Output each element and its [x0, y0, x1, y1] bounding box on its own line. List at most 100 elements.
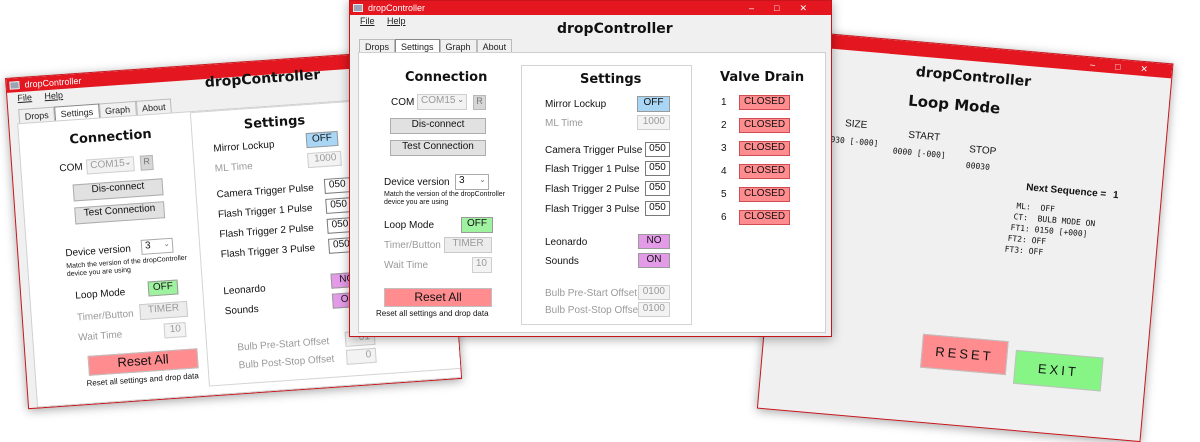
- camera-trigger-label: Camera Trigger Pulse: [545, 145, 643, 156]
- sounds-label: Sounds: [545, 256, 579, 267]
- loop-reset-button[interactable]: RESET: [920, 333, 1009, 376]
- size-value: 0030 [-000]: [825, 134, 879, 149]
- device-note-2: device you are using: [384, 199, 449, 206]
- ml-time-field[interactable]: 1000: [306, 150, 342, 169]
- flash-trigger-2-label: Flash Trigger 2 Pulse: [545, 184, 640, 195]
- camera-trigger-field[interactable]: 050: [323, 177, 351, 194]
- center-window: dropController –□✕ File Help dropControl…: [349, 0, 832, 337]
- valve-1-button[interactable]: CLOSED: [739, 95, 790, 110]
- menu-file[interactable]: File: [360, 16, 375, 26]
- stop-value: 00030: [965, 160, 991, 172]
- timer-button[interactable]: TIMER: [139, 300, 189, 321]
- col-stop-label: STOP: [968, 144, 997, 158]
- center-app-title: dropController: [557, 21, 673, 37]
- reset-all-button[interactable]: Reset All: [384, 288, 492, 307]
- flash-trigger-1-label: Flash Trigger 1 Pulse: [217, 202, 313, 221]
- device-version-select[interactable]: 3 ⌄: [455, 174, 489, 190]
- ml-line: ML: OFF: [1016, 201, 1056, 214]
- ml-time-label: ML Time: [214, 160, 254, 175]
- next-sequence-value: 1: [1112, 189, 1119, 202]
- wait-time-label: Wait Time: [384, 260, 429, 271]
- window-controls[interactable]: –□✕: [1090, 57, 1169, 78]
- bulb-post-stop-label: Bulb Post-Stop Offset: [545, 305, 641, 316]
- ft2-line: FT2: OFF: [1007, 233, 1047, 247]
- start-value: 0000 [-000]: [892, 146, 947, 161]
- flash-trigger-1-label: Flash Trigger 1 Pulse: [545, 164, 640, 175]
- bulb-pre-start-label: Bulb Pre-Start Offset: [545, 288, 638, 299]
- next-sequence-text: Next Sequence =: [1025, 182, 1107, 201]
- connection-title: Connection: [68, 126, 153, 148]
- bulb-post-stop-label: Bulb Post-Stop Offset: [238, 353, 335, 372]
- disconnect-button[interactable]: Dis-connect: [72, 178, 164, 202]
- test-connection-button[interactable]: Test Connection: [390, 140, 486, 156]
- col-start-label: START: [907, 129, 941, 144]
- bulb-post-stop-field[interactable]: 0100: [638, 302, 670, 317]
- valve-number: 4: [721, 166, 727, 177]
- chevron-down-icon: ⌄: [162, 238, 171, 249]
- refresh-button[interactable]: R: [473, 95, 486, 110]
- valve-6-button[interactable]: CLOSED: [739, 210, 790, 225]
- valve-3-button[interactable]: CLOSED: [739, 141, 790, 156]
- camera-trigger-field[interactable]: 050: [645, 142, 670, 157]
- bulb-post-stop-field[interactable]: 0: [345, 347, 377, 365]
- connection-title: Connection: [405, 70, 488, 85]
- right-app-title: dropController: [915, 64, 1032, 91]
- sounds-toggle[interactable]: ON: [638, 253, 670, 268]
- bulb-pre-start-label: Bulb Pre-Start Offset: [237, 336, 330, 354]
- timer-button-label: Timer/Button: [76, 308, 135, 324]
- valve-4-button[interactable]: CLOSED: [739, 164, 790, 179]
- device-version-label: Device version: [384, 177, 450, 188]
- chevron-down-icon: ⌄: [479, 175, 486, 184]
- wait-time-label: Wait Time: [77, 329, 123, 344]
- flash-trigger-2-label: Flash Trigger 2 Pulse: [219, 222, 315, 241]
- mirror-lockup-label: Mirror Lockup: [545, 99, 607, 110]
- com-select[interactable]: COM15 ⌄: [417, 94, 467, 110]
- valve-number: 3: [721, 143, 727, 154]
- mirror-lockup-label: Mirror Lockup: [213, 139, 275, 155]
- timer-button-label: Timer/Button: [384, 240, 441, 251]
- ml-time-field[interactable]: 1000: [637, 115, 670, 130]
- reset-note: Reset all settings and drop data: [376, 309, 489, 318]
- menu-help[interactable]: Help: [387, 16, 406, 26]
- loop-mode-toggle[interactable]: OFF: [461, 217, 493, 233]
- menu-help[interactable]: Help: [44, 90, 63, 101]
- device-note-1: Match the version of the dropController: [384, 191, 506, 198]
- next-sequence-label: Next Sequence = 1: [1026, 182, 1119, 201]
- com-label: COM: [391, 97, 415, 108]
- device-version-select[interactable]: 3 ⌄: [140, 237, 174, 255]
- flash-trigger-3-label: Flash Trigger 3 Pulse: [220, 242, 316, 261]
- timer-button[interactable]: TIMER: [444, 237, 492, 253]
- chevron-down-icon: ⌄: [124, 157, 132, 167]
- menu-file[interactable]: File: [17, 92, 32, 103]
- disconnect-button[interactable]: Dis-connect: [390, 118, 486, 134]
- wait-time-field[interactable]: 10: [163, 322, 187, 339]
- ml-time-label: ML Time: [545, 118, 583, 129]
- valve-2-button[interactable]: CLOSED: [739, 118, 790, 133]
- center-tab-panel: Connection COM COM15 ⌄ R Dis-connect Test…: [358, 52, 826, 333]
- settings-title: Settings: [580, 72, 642, 87]
- flash-trigger-3-field[interactable]: 050: [645, 201, 670, 216]
- valve-number: 6: [721, 212, 727, 223]
- flash-trigger-2-field[interactable]: 050: [645, 181, 670, 196]
- camera-trigger-label: Camera Trigger Pulse: [216, 182, 315, 201]
- refresh-button[interactable]: R: [139, 154, 154, 171]
- window-controls[interactable]: –□✕: [749, 1, 827, 15]
- col-size-label: SIZE: [844, 118, 868, 132]
- center-titlebar: dropController –□✕: [350, 1, 831, 15]
- valve-5-button[interactable]: CLOSED: [739, 187, 790, 202]
- loop-mode-toggle[interactable]: OFF: [147, 279, 179, 297]
- valve-number: 1: [721, 97, 727, 108]
- test-connection-button[interactable]: Test Connection: [74, 201, 166, 225]
- center-window-title: dropController: [368, 3, 426, 13]
- wait-time-field[interactable]: 10: [472, 257, 492, 273]
- loop-exit-button[interactable]: EXIT: [1013, 349, 1104, 392]
- mirror-lockup-toggle[interactable]: OFF: [305, 130, 339, 149]
- com-select[interactable]: COM15 ⌄: [85, 156, 135, 175]
- com-label: COM: [59, 161, 84, 175]
- valve-number: 5: [721, 189, 727, 200]
- leonardo-toggle[interactable]: NO: [638, 234, 670, 249]
- mirror-lockup-toggle[interactable]: OFF: [637, 96, 670, 112]
- bulb-pre-start-field[interactable]: 0100: [638, 285, 670, 300]
- flash-trigger-1-field[interactable]: 050: [645, 161, 670, 176]
- flash-trigger-3-label: Flash Trigger 3 Pulse: [545, 204, 640, 215]
